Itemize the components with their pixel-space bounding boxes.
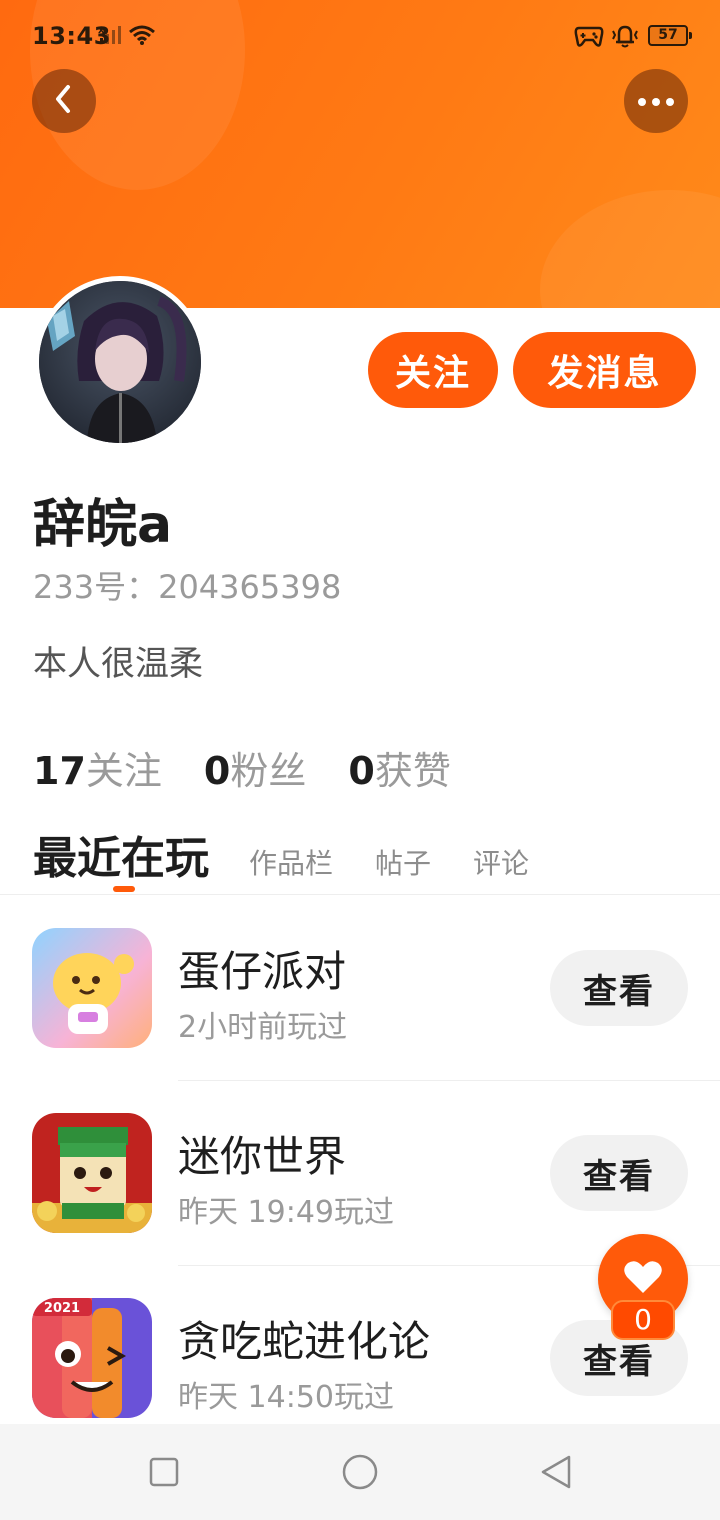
signal-icon: x (98, 24, 124, 50)
like-count-badge: 0 (611, 1300, 675, 1340)
divider (178, 1080, 720, 1081)
avatar[interactable] (34, 276, 206, 448)
chevron-left-icon (50, 83, 78, 119)
last-played-time: 昨天 14:50玩过 (178, 1380, 394, 1415)
system-back-button[interactable] (536, 1452, 576, 1492)
recent-apps-button[interactable] (144, 1452, 184, 1492)
stat-label: 粉丝 (230, 749, 307, 793)
wifi-icon (128, 24, 156, 50)
tab-comments[interactable]: 评论 (473, 842, 529, 882)
stat-following[interactable]: 17关注 (33, 740, 162, 795)
tab-recently-played[interactable]: 最近在玩 (33, 822, 209, 892)
game-icon-snake-evolution[interactable]: 2021 (32, 1298, 152, 1418)
stat-count: 0 (203, 749, 231, 793)
game-name: 迷你世界 (178, 1132, 347, 1181)
view-button[interactable]: 查看 (550, 950, 688, 1026)
divider (0, 894, 720, 895)
game-badge-year: 2021 (44, 1301, 80, 1316)
view-button[interactable]: 查看 (550, 1135, 688, 1211)
system-nav-bar (0, 1424, 720, 1520)
status-bar: 13:43 x 57 (0, 0, 720, 72)
tab-posts[interactable]: 帖子 (375, 842, 431, 882)
last-played-time: 2小时前玩过 (178, 1010, 348, 1045)
profile-stats: 17关注 0粉丝 0获赞 (33, 740, 451, 795)
game-mode-icon (574, 24, 604, 52)
more-dots-icon (636, 92, 676, 111)
battery-icon: 57 (648, 25, 692, 46)
banner-decoration (540, 190, 720, 308)
user-bio: 本人很温柔 (33, 644, 203, 684)
home-button[interactable] (340, 1452, 380, 1492)
last-played-time: 昨天 19:49玩过 (178, 1195, 394, 1230)
stat-count: 0 (348, 749, 375, 793)
more-button[interactable] (624, 69, 688, 133)
game-name: 蛋仔派对 (178, 947, 347, 996)
vibrate-icon (610, 22, 640, 54)
back-button[interactable] (32, 69, 96, 133)
heart-icon (623, 1259, 663, 1299)
game-name: 贪吃蛇进化论 (178, 1317, 431, 1366)
follow-button[interactable]: 关注 (368, 332, 498, 408)
send-message-button[interactable]: 发消息 (513, 332, 696, 408)
username: 辞皖a (33, 495, 173, 555)
svg-text:x: x (98, 25, 105, 36)
stat-likes[interactable]: 0获赞 (348, 740, 450, 795)
tab-works[interactable]: 作品栏 (249, 842, 333, 882)
stat-label: 关注 (85, 749, 162, 793)
stat-count: 17 (33, 749, 86, 793)
stat-label: 获赞 (374, 749, 451, 793)
game-list-item[interactable]: 蛋仔派对 2小时前玩过 查看 (0, 928, 720, 1113)
tab-label: 最近在玩 (33, 833, 209, 884)
profile-tabs: 最近在玩 作品栏 帖子 评论 (33, 822, 571, 892)
game-icon-mini-world[interactable] (32, 1113, 152, 1233)
user-id: 233号：204365398 (33, 568, 342, 606)
game-icon-eggy-party[interactable] (32, 928, 152, 1048)
stat-followers[interactable]: 0粉丝 (204, 740, 306, 795)
tab-indicator (113, 886, 135, 892)
